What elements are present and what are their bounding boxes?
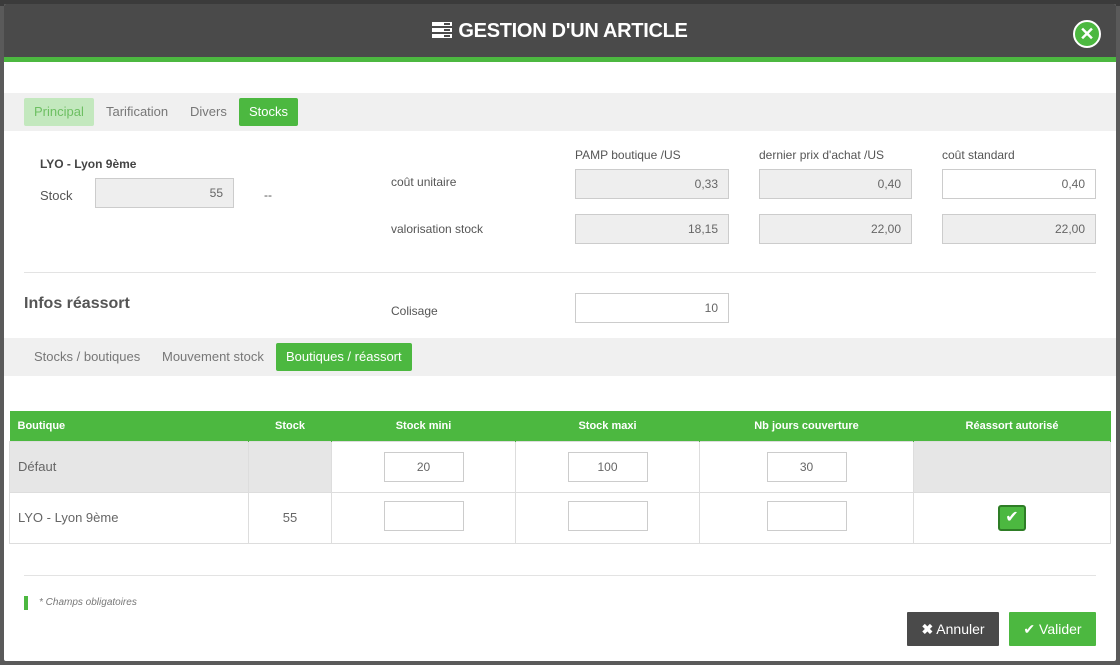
- pamp-unit-field: 0,33: [575, 169, 729, 199]
- nb-jours-input[interactable]: 30: [766, 451, 847, 482]
- col-boutique: Boutique: [9, 411, 249, 441]
- stock-maxi-input[interactable]: [567, 501, 648, 531]
- server-icon: [432, 22, 453, 38]
- close-icon: ✖: [921, 621, 934, 637]
- cell-stock-mini: [331, 491, 516, 544]
- main-tabs: Principal Tarification Divers Stocks: [4, 93, 1116, 131]
- standard-cost-input[interactable]: 0,40: [942, 169, 1096, 199]
- unit-cost-label: coût unitaire: [391, 175, 457, 189]
- footer-divider: [24, 575, 1096, 576]
- validate-label: Valider: [1039, 621, 1082, 637]
- cell-boutique: LYO - Lyon 9ème: [9, 491, 249, 544]
- cell-stock: [248, 440, 332, 493]
- validate-button[interactable]: ✔ Valider: [1009, 612, 1096, 646]
- last-price-valuation-field: 22,00: [759, 214, 912, 244]
- stock-label: Stock: [40, 188, 73, 203]
- required-marker: [24, 596, 28, 610]
- cancel-label: Annuler: [936, 621, 985, 637]
- cell-stock: 55: [248, 491, 332, 544]
- stock-mini-input[interactable]: 20: [383, 451, 464, 482]
- table-row: Défaut 20 100 30: [9, 440, 1111, 493]
- stock-dash: --: [264, 188, 272, 202]
- tab-divers[interactable]: Divers: [180, 98, 237, 126]
- pamp-header: PAMP boutique /US: [575, 148, 681, 162]
- cell-stock-maxi: [515, 491, 700, 544]
- col-stock-maxi: Stock maxi: [515, 411, 700, 441]
- stock-maxi-input[interactable]: 100: [567, 451, 648, 482]
- last-price-header: dernier prix d'achat /US: [759, 148, 885, 162]
- col-reassort: Réassort autorisé: [913, 411, 1111, 441]
- cell-stock-mini: 20: [331, 440, 516, 493]
- close-icon[interactable]: ✕: [1073, 20, 1101, 48]
- cancel-button[interactable]: ✖ Annuler: [907, 612, 999, 646]
- reassort-table: Boutique Stock Stock mini Stock maxi Nb …: [9, 411, 1111, 544]
- tab-stocks[interactable]: Stocks: [239, 98, 299, 126]
- stock-field: 55: [95, 178, 234, 208]
- tab-principal[interactable]: Principal: [24, 98, 94, 126]
- cell-nb-jours: [699, 491, 914, 544]
- store-name: LYO - Lyon 9ème: [40, 157, 137, 171]
- subtab-stocks-boutiques[interactable]: Stocks / boutiques: [24, 343, 150, 371]
- col-stock-mini: Stock mini: [331, 411, 516, 441]
- col-stock: Stock: [248, 411, 332, 441]
- last-price-unit-field: 0,40: [759, 169, 912, 199]
- table-row: LYO - Lyon 9ème 55 ✔: [9, 491, 1111, 544]
- tab-tarification[interactable]: Tarification: [96, 98, 178, 126]
- check-icon: ✔: [1005, 508, 1019, 526]
- cell-stock-maxi: 100: [515, 440, 700, 493]
- subtab-mouvement-stock[interactable]: Mouvement stock: [152, 343, 274, 371]
- colisage-input[interactable]: 10: [575, 293, 729, 323]
- modal-title: GESTION D'UN ARTICLE: [4, 20, 1116, 43]
- reassort-checkbox[interactable]: ✔: [998, 504, 1026, 531]
- table-header-row: Boutique Stock Stock mini Stock maxi Nb …: [9, 411, 1111, 441]
- valuation-label: valorisation stock: [391, 222, 484, 236]
- divider: [24, 272, 1096, 273]
- cell-nb-jours: 30: [699, 440, 914, 493]
- col-nb-jours: Nb jours couverture: [699, 411, 914, 441]
- modal-header: GESTION D'UN ARTICLE ✕: [4, 4, 1116, 62]
- standard-valuation-field: 22,00: [942, 214, 1096, 244]
- modal-title-text: GESTION D'UN ARTICLE: [458, 20, 688, 42]
- colisage-label: Colisage: [391, 304, 438, 318]
- reassort-title: Infos réassort: [24, 295, 130, 312]
- sub-tabs: Stocks / boutiques Mouvement stock Bouti…: [4, 338, 1116, 376]
- stock-mini-input[interactable]: [383, 501, 464, 531]
- subtab-boutiques-reassort[interactable]: Boutiques / réassort: [276, 343, 412, 371]
- pamp-valuation-field: 18,15: [575, 214, 729, 244]
- nb-jours-input[interactable]: [766, 501, 847, 531]
- article-modal: GESTION D'UN ARTICLE ✕ Principal Tarific…: [4, 4, 1116, 661]
- required-note: * Champs obligatoires: [39, 597, 137, 608]
- cell-reassort: ✔: [913, 491, 1111, 544]
- cell-reassort: [913, 440, 1111, 493]
- check-icon: ✔: [1023, 621, 1036, 637]
- cell-boutique: Défaut: [9, 440, 249, 493]
- standard-cost-header: coût standard: [942, 148, 1015, 162]
